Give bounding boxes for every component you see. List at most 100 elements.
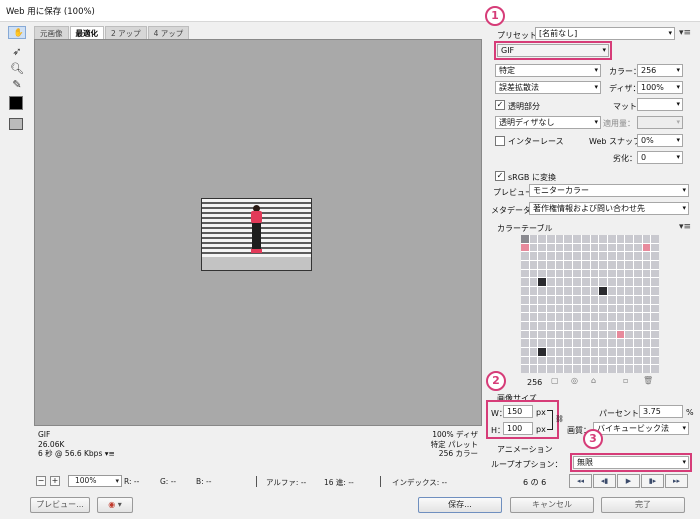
color-swatch[interactable] [633,295,642,304]
color-swatch[interactable] [547,356,555,365]
color-swatch[interactable] [651,356,659,365]
color-swatch[interactable] [590,304,599,313]
color-swatch[interactable] [573,356,581,365]
color-swatch[interactable] [616,278,625,287]
color-swatch[interactable] [633,365,642,373]
color-swatch[interactable] [581,243,590,252]
color-swatch[interactable] [616,304,625,313]
color-swatch[interactable] [616,295,625,304]
interlace-checkbox[interactable] [495,136,505,146]
color-swatch[interactable] [555,278,564,287]
color-swatch[interactable] [547,235,555,243]
tab-4up[interactable]: 4 アップ [147,26,190,39]
color-reduction-select[interactable]: 特定 ▾ [495,64,601,77]
color-swatch[interactable] [564,295,573,304]
color-swatch[interactable] [625,356,633,365]
color-swatch[interactable] [625,243,633,252]
color-swatch[interactable] [607,295,616,304]
color-swatch[interactable] [547,252,555,261]
color-swatch[interactable] [590,347,599,356]
color-swatch[interactable] [616,365,625,373]
color-swatch[interactable] [547,278,555,287]
color-swatch[interactable] [538,304,547,313]
color-swatch[interactable] [616,321,625,330]
color-swatch[interactable] [599,269,607,278]
tab-original[interactable]: 元画像 [34,26,69,39]
color-swatch[interactable] [599,235,607,243]
color-swatch[interactable] [521,261,529,269]
color-swatch[interactable] [555,252,564,261]
color-table-menu-icon[interactable]: ▾≡ [679,222,691,232]
color-swatch[interactable] [651,304,659,313]
toggle-slices-icon[interactable] [9,118,23,130]
color-swatch[interactable] [607,252,616,261]
color-swatch[interactable] [581,313,590,321]
color-swatch[interactable] [564,243,573,252]
color-swatch[interactable] [529,252,538,261]
color-swatch[interactable] [599,304,607,313]
percent-input[interactable]: 3.75 [639,405,683,418]
color-swatch[interactable] [590,365,599,373]
color-swatch[interactable] [625,330,633,339]
colors-select[interactable]: 256 ▾ [637,64,683,77]
color-swatch[interactable] [547,261,555,269]
color-swatch[interactable] [564,261,573,269]
tab-optimized[interactable]: 最適化 [69,26,104,39]
color-swatch[interactable] [642,304,651,313]
last-frame-icon[interactable]: ▸▸ [665,474,688,488]
color-swatch[interactable] [547,330,555,339]
color-swatch[interactable] [607,347,616,356]
color-swatch[interactable] [538,243,547,252]
color-swatch[interactable] [573,243,581,252]
color-swatch[interactable] [607,321,616,330]
quality-select[interactable]: バイキュービック法 ▾ [593,422,689,435]
color-swatch[interactable] [616,330,625,339]
color-swatch[interactable] [625,278,633,287]
color-swatch[interactable] [581,304,590,313]
save-button[interactable]: 保存... [418,497,502,513]
color-swatch[interactable] [573,339,581,347]
color-swatch[interactable] [599,365,607,373]
color-swatch[interactable] [625,313,633,321]
color-swatch[interactable] [607,365,616,373]
color-swatch[interactable] [529,243,538,252]
color-swatch[interactable] [538,321,547,330]
color-swatch[interactable] [616,235,625,243]
color-swatch[interactable] [633,339,642,347]
color-swatch[interactable] [529,235,538,243]
color-swatch[interactable] [555,347,564,356]
color-swatch[interactable] [581,365,590,373]
color-swatch[interactable] [521,356,529,365]
zoom-out-button[interactable]: − [36,476,46,486]
color-swatch[interactable] [599,278,607,287]
color-swatch[interactable] [651,313,659,321]
color-swatch[interactable] [564,330,573,339]
color-swatch[interactable] [599,313,607,321]
color-swatch[interactable] [581,339,590,347]
color-swatch[interactable] [521,347,529,356]
color-swatch[interactable] [547,347,555,356]
color-swatch[interactable] [599,339,607,347]
color-swatch[interactable] [607,269,616,278]
width-input[interactable]: 150 [503,405,533,418]
color-swatch[interactable] [581,295,590,304]
color-swatch[interactable] [564,278,573,287]
color-swatch[interactable] [590,269,599,278]
color-swatch[interactable] [555,356,564,365]
color-swatch[interactable] [521,243,529,252]
color-swatch[interactable] [651,235,659,243]
color-swatch[interactable] [564,347,573,356]
color-swatch[interactable] [529,304,538,313]
map-color-icon[interactable]: ▢ [551,376,559,385]
color-swatch[interactable] [581,356,590,365]
color-swatch[interactable] [633,356,642,365]
color-swatch[interactable] [616,339,625,347]
lossy-select[interactable]: 0 ▾ [637,151,683,164]
color-swatch[interactable] [633,321,642,330]
color-swatch[interactable] [538,235,547,243]
color-swatch[interactable] [529,321,538,330]
color-swatch[interactable] [625,252,633,261]
color-swatch[interactable] [625,321,633,330]
color-swatch[interactable] [555,365,564,373]
color-swatch[interactable] [581,321,590,330]
